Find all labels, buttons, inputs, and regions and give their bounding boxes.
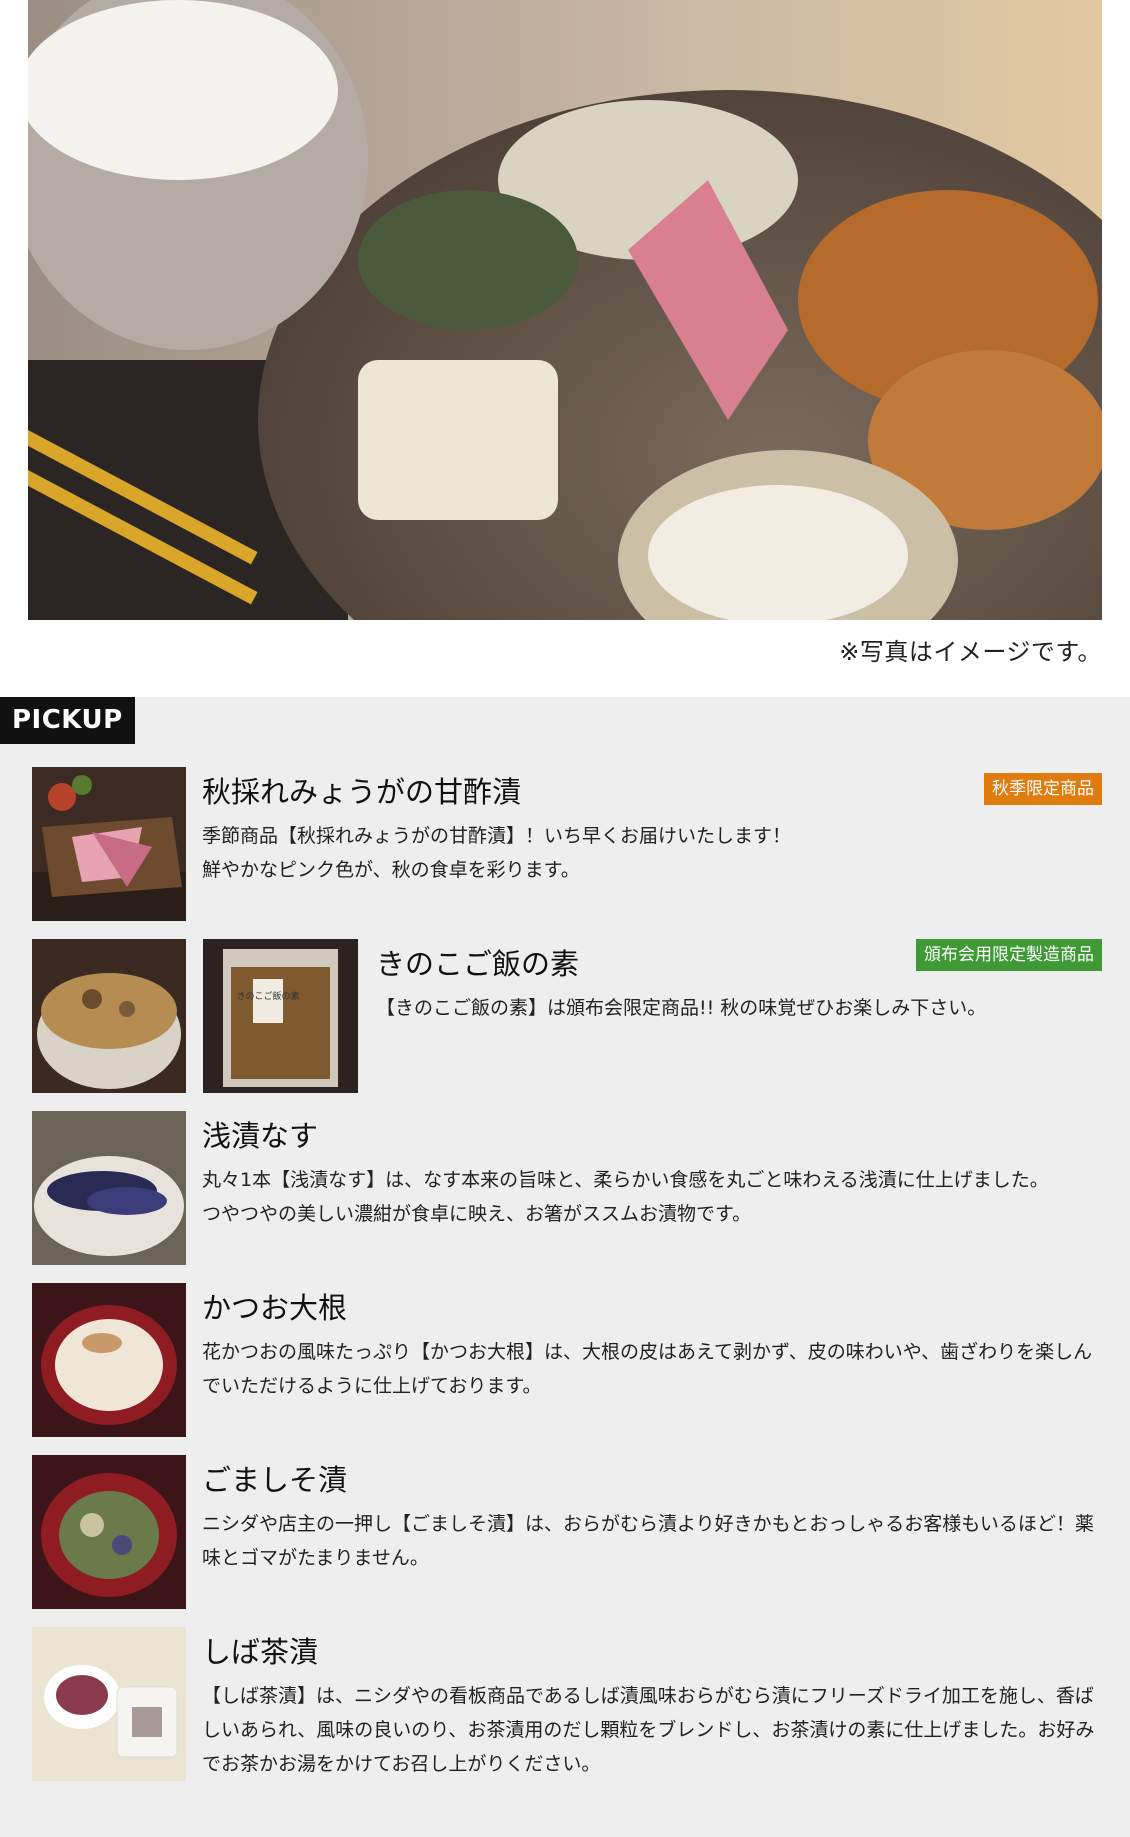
shiba-chazuke-thumbnail[interactable]: [32, 1627, 186, 1781]
item-title[interactable]: しば茶漬: [202, 1629, 318, 1671]
myoga-thumbnail[interactable]: [32, 767, 186, 921]
item-description: 【しば茶漬】は、ニシダやの看板商品であるしば漬風味おらがむら漬にフリーズドライ加…: [202, 1685, 1095, 1775]
pickup-item-katsuo-daikon[interactable]: かつお大根 花かつおの風味たっぷり【かつお大根】は、大根の皮はあえて剥かず、皮の…: [32, 1283, 1102, 1437]
kinoko-rice-thumbnail[interactable]: [32, 939, 186, 1093]
item-title[interactable]: 浅漬なす: [202, 1113, 318, 1155]
item-title[interactable]: ごましそ漬: [202, 1457, 347, 1499]
gomashiso-thumbnail[interactable]: [32, 1455, 186, 1609]
item-description: 丸々1本【浅漬なす】は、なす本来の旨味と、柔らかい食感を丸ごと味わえる浅漬に仕上…: [202, 1169, 1049, 1225]
pickup-label: PICKUP: [0, 697, 135, 744]
item-description: 季節商品【秋採れみょうがの甘酢漬】！いち早くお届けいたします！ 鮮やかなピンク色が…: [202, 825, 792, 881]
katsuo-daikon-thumbnail[interactable]: [32, 1283, 186, 1437]
item-title[interactable]: きのこご飯の素: [376, 941, 579, 983]
item-description: 【きのこご飯の素】は頒布会限定商品!! 秋の味覚ぜひお楽しみ下さい。: [376, 997, 987, 1019]
photo-caption: ※写真はイメージです。: [839, 638, 1102, 666]
pickup-item-kinoko[interactable]: きのこご飯の素 きのこご飯の素 頒布会用限定製造商品 【きのこご飯の素】は頒布会…: [32, 939, 1102, 1093]
hero-photo: [28, 0, 1102, 620]
pickup-item-shiba-chazuke[interactable]: しば茶漬 【しば茶漬】は、ニシダやの看板商品であるしば漬風味おらがむら漬にフリー…: [32, 1627, 1102, 1787]
pickup-item-nasu[interactable]: 浅漬なす 丸々1本【浅漬なす】は、なす本来の旨味と、柔らかい食感を丸ごと味わえる…: [32, 1111, 1102, 1265]
item-title[interactable]: かつお大根: [202, 1285, 347, 1327]
pickup-item-gomashiso[interactable]: ごましそ漬 ニシダや店主の一押し【ごましそ漬】は、おらがむら漬より好きかもとおっ…: [32, 1455, 1102, 1609]
pickup-item-myoga[interactable]: 秋採れみょうがの甘酢漬 秋季限定商品 季節商品【秋採れみょうがの甘酢漬】！いち早…: [32, 767, 1102, 921]
pickup-section: PICKUP 秋採れみょうがの甘酢漬 秋季限定商品 季節商品【秋採れみょうがの甘…: [0, 697, 1130, 1837]
badge-autumn-limited: 秋季限定商品: [984, 773, 1102, 805]
nasu-thumbnail[interactable]: [32, 1111, 186, 1265]
badge-subscription-limited: 頒布会用限定製造商品: [916, 939, 1102, 971]
item-description: ニシダや店主の一押し【ごましそ漬】は、おらがむら漬より好きかもとおっしゃるお客様…: [202, 1513, 1094, 1569]
item-title[interactable]: 秋採れみょうがの甘酢漬: [202, 769, 521, 811]
kinoko-package-thumbnail[interactable]: きのこご飯の素: [203, 939, 358, 1093]
item-description: 花かつおの風味たっぷり【かつお大根】は、大根の皮はあえて剥かず、皮の味わいや、歯…: [202, 1341, 1093, 1397]
package-label: きのこご飯の素: [236, 990, 299, 1002]
